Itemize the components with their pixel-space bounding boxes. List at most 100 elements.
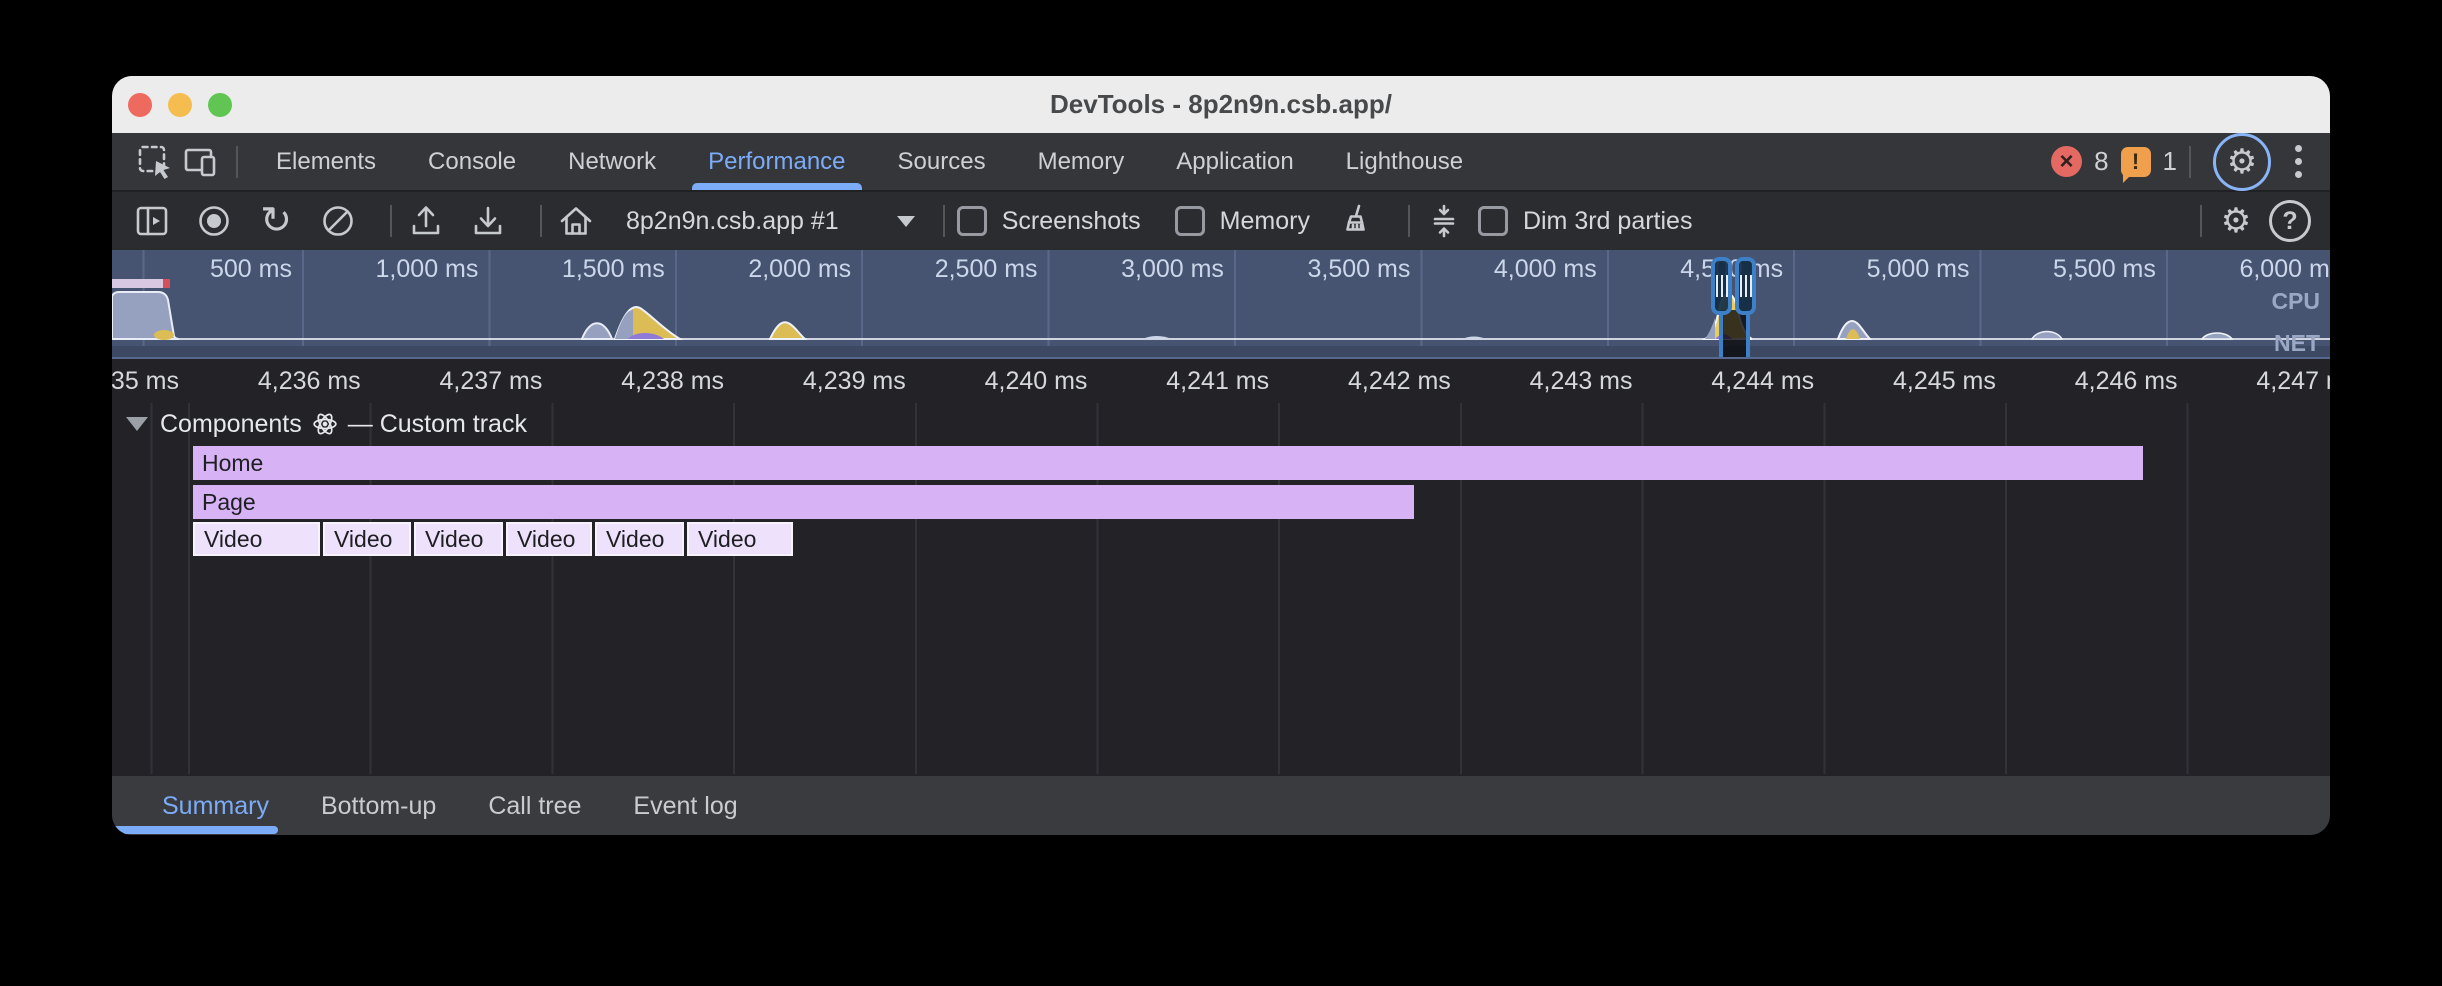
device-toolbar-button[interactable] xyxy=(178,139,224,185)
save-profile-button[interactable] xyxy=(466,199,510,243)
device-toolbar-icon xyxy=(181,142,221,182)
gear-icon: ⚙ xyxy=(2221,204,2251,238)
track-event-bar[interactable]: Video xyxy=(687,522,793,556)
custom-track-header[interactable]: Components — Custom track xyxy=(126,406,527,442)
traffic-lights xyxy=(128,76,232,133)
dim-3rd-parties-checkbox[interactable]: Dim 3rd parties xyxy=(1478,206,1693,236)
tab-bottom-up[interactable]: Bottom-up xyxy=(295,776,462,835)
details-tabbar: Summary Bottom-up Call tree Event log xyxy=(112,774,2330,835)
target-selector-dropdown[interactable]: 8p2n9n.csb.app #1 xyxy=(626,207,915,236)
ruler-tick-label: 4,237 ms xyxy=(371,367,553,396)
track-event-bar[interactable]: Video xyxy=(323,522,411,556)
tab-application[interactable]: Application xyxy=(1150,133,1319,190)
track-event-bar[interactable]: Video xyxy=(193,522,320,556)
memory-label: Memory xyxy=(1220,207,1310,236)
ruler-tick-label: 4,238 ms xyxy=(552,367,734,396)
selection-handle-left[interactable] xyxy=(1711,257,1732,315)
divider xyxy=(943,205,945,237)
overview-cpu-chart xyxy=(112,250,2330,357)
timeline-overview[interactable]: 500 ms1,000 ms1,500 ms2,000 ms2,500 ms3,… xyxy=(112,250,2330,359)
ignore-listing-button[interactable] xyxy=(1422,199,1466,243)
devtools-window: DevTools - 8p2n9n.csb.app/ Elements Cons… xyxy=(112,76,2330,835)
ruler-tick-label: 4,246 ms xyxy=(2006,367,2188,396)
capture-settings-button[interactable]: ⚙ xyxy=(2214,199,2258,243)
flame-chart-area[interactable]: 4,235 ms4,236 ms4,237 ms4,238 ms4,239 ms… xyxy=(112,359,2330,774)
selection-stem-right xyxy=(1746,310,1750,357)
divider xyxy=(2200,205,2202,237)
ruler-tick-label: 4,236 ms xyxy=(189,367,371,396)
settings-button-focused[interactable]: ⚙ xyxy=(2213,133,2271,191)
screenshots-checkbox[interactable]: Screenshots xyxy=(957,206,1141,236)
inspect-element-button[interactable] xyxy=(132,139,178,185)
devtools-tabbar: Elements Console Network Performance Sou… xyxy=(112,133,2330,190)
active-tab-underline xyxy=(112,826,278,834)
ruler-tick-label: 4,240 ms xyxy=(916,367,1098,396)
collect-garbage-button[interactable] xyxy=(1334,199,1378,243)
more-options-button[interactable] xyxy=(2295,145,2302,178)
tab-performance[interactable]: Performance xyxy=(682,133,871,190)
cpu-lane-label: CPU xyxy=(2271,288,2320,315)
home-button[interactable] xyxy=(554,199,598,243)
track-event-bar[interactable]: Video xyxy=(414,522,503,556)
reload-and-record-button[interactable]: ↻ xyxy=(254,199,298,243)
tab-lighthouse[interactable]: Lighthouse xyxy=(1320,133,1489,190)
error-count: 8 xyxy=(2094,146,2108,177)
toggle-sidebar-button[interactable] xyxy=(130,199,174,243)
reload-icon: ↻ xyxy=(260,202,292,240)
help-button[interactable]: ? xyxy=(2268,199,2312,243)
target-selector-value: 8p2n9n.csb.app #1 xyxy=(626,207,839,236)
zoom-button[interactable] xyxy=(208,93,232,117)
record-icon xyxy=(194,201,234,241)
console-status-badges[interactable]: × 8 ! 1 xyxy=(2051,146,2177,177)
clear-button[interactable] xyxy=(316,199,360,243)
window-title: DevTools - 8p2n9n.csb.app/ xyxy=(1050,89,1392,120)
divider xyxy=(236,146,238,178)
chevron-down-icon xyxy=(897,216,915,227)
upload-icon xyxy=(406,201,446,241)
divider xyxy=(2189,146,2191,178)
load-profile-button[interactable] xyxy=(404,199,448,243)
ruler-tick-label: 4,239 ms xyxy=(734,367,916,396)
screenshots-label: Screenshots xyxy=(1002,207,1141,236)
memory-checkbox[interactable]: Memory xyxy=(1175,206,1310,236)
collapse-arrows-icon xyxy=(1424,201,1464,241)
tab-memory[interactable]: Memory xyxy=(1012,133,1151,190)
selection-stem-left xyxy=(1719,310,1723,357)
ruler-tick-label: 4,243 ms xyxy=(1461,367,1643,396)
selection-handle-right[interactable] xyxy=(1735,257,1756,315)
detail-ruler: 4,235 ms4,236 ms4,237 ms4,238 ms4,239 ms… xyxy=(112,359,2330,403)
ruler-tick-label: 4,245 ms xyxy=(1824,367,2006,396)
tab-network[interactable]: Network xyxy=(542,133,682,190)
net-lane-label: NET xyxy=(2274,330,2320,357)
tab-sources[interactable]: Sources xyxy=(872,133,1012,190)
tab-console[interactable]: Console xyxy=(402,133,542,190)
tab-elements[interactable]: Elements xyxy=(250,133,402,190)
react-atom-icon xyxy=(312,411,338,437)
close-button[interactable] xyxy=(128,93,152,117)
tab-event-log[interactable]: Event log xyxy=(607,776,763,835)
brush-icon xyxy=(1336,201,1376,241)
download-icon xyxy=(468,201,508,241)
help-icon: ? xyxy=(2269,200,2311,242)
inspect-cursor-icon xyxy=(135,142,175,182)
track-event-bar[interactable]: Page xyxy=(193,485,1414,519)
network-request-bar-tail xyxy=(163,279,170,288)
titlebar: DevTools - 8p2n9n.csb.app/ xyxy=(112,76,2330,133)
ruler-tick-label: 4,242 ms xyxy=(1279,367,1461,396)
track-event-bar[interactable]: Video xyxy=(506,522,592,556)
checkbox-icon xyxy=(957,206,987,236)
track-event-bar[interactable]: Video xyxy=(595,522,684,556)
issues-icon: ! xyxy=(2121,147,2151,177)
record-button[interactable] xyxy=(192,199,236,243)
panel-left-icon xyxy=(132,201,172,241)
minimize-button[interactable] xyxy=(168,93,192,117)
error-icon: × xyxy=(2051,146,2082,177)
performance-toolbar: ↻ 8p2n9n.csb.app #1 xyxy=(112,190,2330,250)
track-event-bar[interactable]: Home xyxy=(193,446,2143,480)
checkbox-icon xyxy=(1478,206,1508,236)
home-icon xyxy=(556,201,596,241)
ruler-tick-label: 4,241 ms xyxy=(1097,367,1279,396)
divider xyxy=(540,205,542,237)
block-icon xyxy=(318,201,358,241)
tab-call-tree[interactable]: Call tree xyxy=(462,776,607,835)
